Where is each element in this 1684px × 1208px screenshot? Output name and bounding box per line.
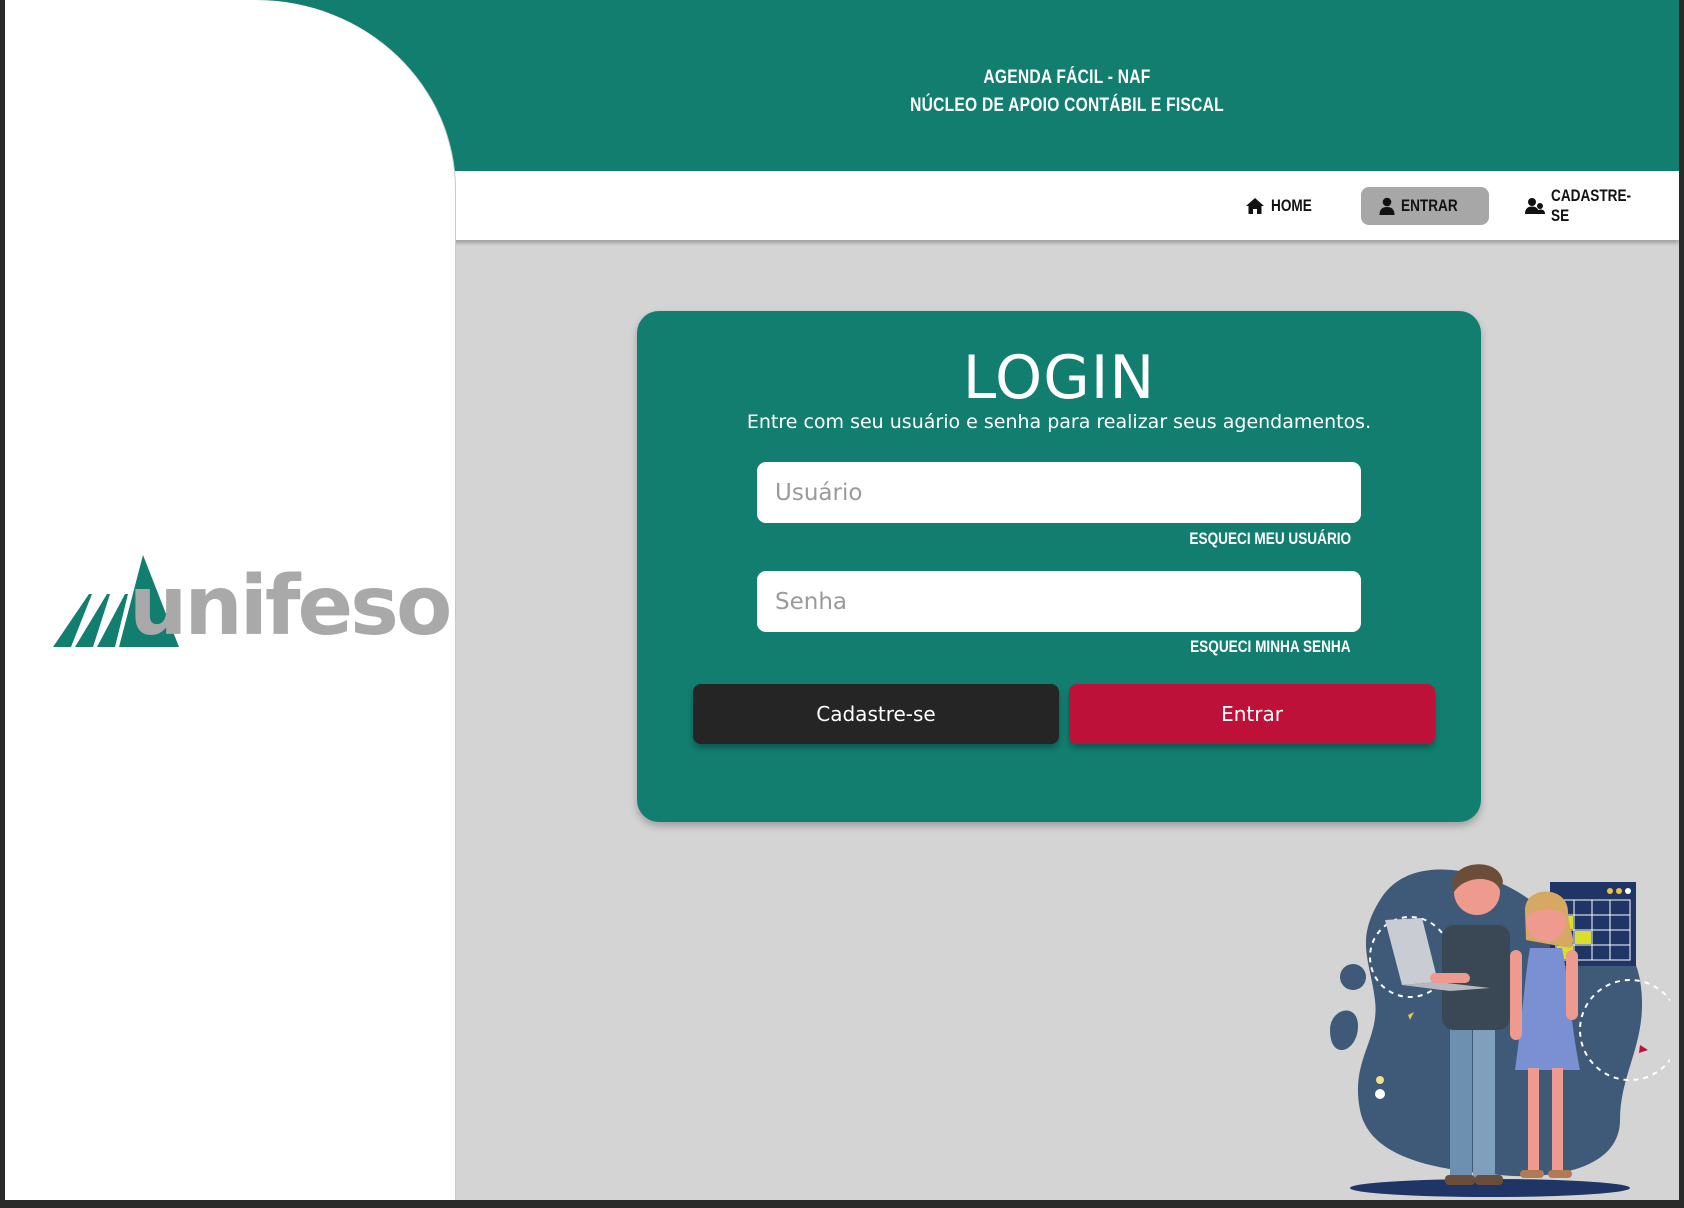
login-card: LOGIN Entre com seu usuário e senha para… [637, 311, 1481, 822]
unifeso-logo-text: unifeso [129, 559, 452, 654]
nav-entrar-label: ENTRAR [1400, 196, 1458, 215]
nav-cadastre-label: CADASTRE-SE [1551, 186, 1632, 225]
forgot-password-link[interactable]: ESQUECI MINHA SENHA [1191, 637, 1351, 657]
site-title: AGENDA FÁCIL - NAF NÚCLEO DE APOIO CONTÁ… [565, 64, 1569, 120]
nav-bar: HOME ENTRAR CADASTRE-SE [445, 171, 1679, 240]
nav-item-entrar[interactable]: ENTRAR [1361, 187, 1489, 225]
password-input[interactable] [757, 571, 1361, 632]
home-icon [1245, 198, 1264, 214]
register-button[interactable]: Cadastre-se [693, 684, 1059, 744]
nav-item-home[interactable]: HOME [1243, 187, 1323, 225]
app-frame: AGENDA FÁCIL - NAF NÚCLEO DE APOIO CONTÁ… [5, 0, 1679, 1200]
user-icon [1379, 197, 1395, 215]
username-input[interactable] [757, 462, 1361, 523]
nav-home-label: HOME [1270, 196, 1312, 215]
login-subtitle: Entre com seu usuário e senha para reali… [746, 411, 1372, 433]
site-title-line2: NÚCLEO DE APOIO CONTÁBIL E FISCAL [910, 95, 1224, 116]
login-title: LOGIN [962, 343, 1156, 413]
users-icon [1525, 198, 1545, 214]
brand-panel: unifeso [5, 0, 456, 1200]
login-submit-button[interactable]: Entrar [1069, 684, 1435, 744]
site-title-line1: AGENDA FÁCIL - NAF [983, 67, 1151, 88]
nav-item-cadastre[interactable]: CADASTRE-SE [1525, 186, 1655, 225]
people-with-laptop-illustration [1330, 864, 1670, 1197]
forgot-username-link[interactable]: ESQUECI MEU USUÁRIO [1189, 529, 1351, 549]
